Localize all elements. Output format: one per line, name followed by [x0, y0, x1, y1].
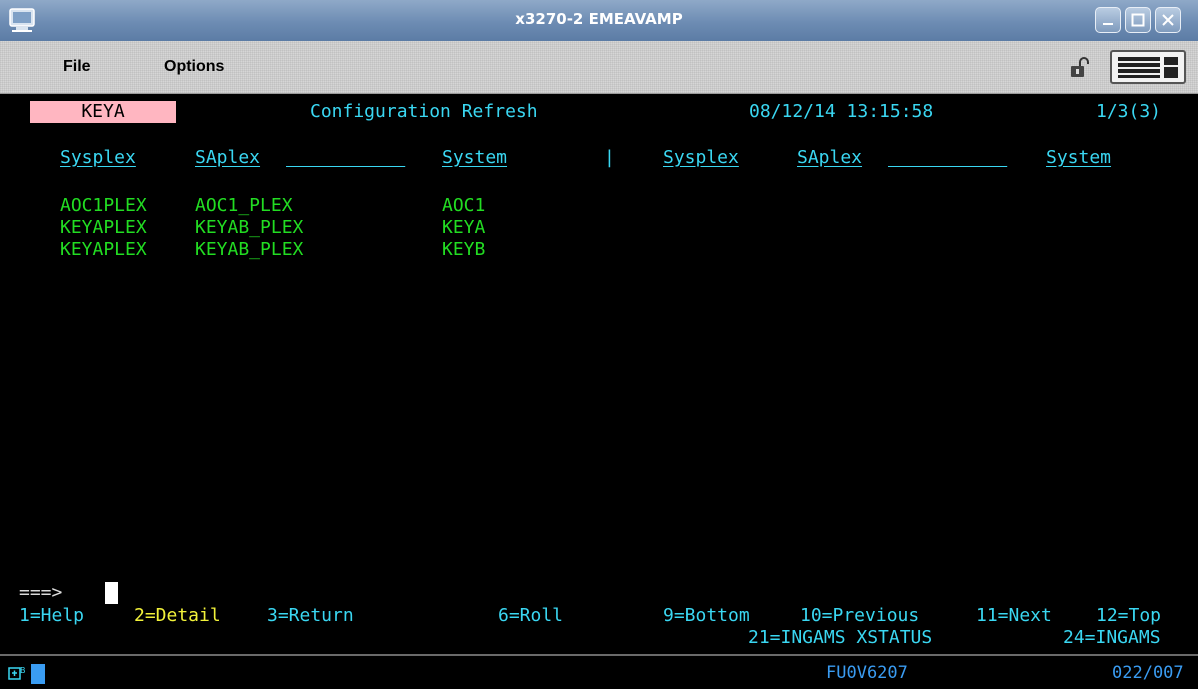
pf1-help[interactable]: 1=Help: [19, 605, 84, 627]
header-sysplex-right: Sysplex: [663, 147, 739, 168]
header-saplex-right: SAplex: [797, 147, 863, 168]
close-button[interactable]: [1155, 7, 1181, 33]
pf11-next[interactable]: 11=Next: [976, 605, 1052, 627]
menu-file[interactable]: File: [63, 58, 91, 76]
header-saplex-left: SAplex: [195, 147, 261, 168]
header-system-left: System: [442, 147, 508, 168]
row-2-saplex[interactable]: KEYAB_PLEX: [195, 217, 303, 239]
connection-status-icon: B: [8, 666, 26, 680]
page-info: 1/3(3): [1096, 101, 1162, 122]
header-saplex-left-underline: [286, 147, 405, 169]
maximize-icon: [1131, 13, 1145, 27]
keyboard-button[interactable]: [1110, 50, 1186, 84]
row-2-system[interactable]: KEYA: [442, 217, 485, 239]
cursor-position: 022/007: [1112, 663, 1184, 683]
column-separator: |: [604, 147, 615, 168]
command-input-cursor[interactable]: [105, 582, 118, 604]
row-3-system[interactable]: KEYB: [442, 239, 485, 261]
terminal-screen[interactable]: KEYA Configuration Refresh 08/12/14 13:1…: [0, 94, 1198, 654]
title-bar[interactable]: x3270-2 EMEAVAMP: [0, 0, 1198, 42]
row-3-saplex[interactable]: KEYAB_PLEX: [195, 239, 303, 261]
menu-options[interactable]: Options: [164, 58, 224, 76]
keyboard-status-block: [31, 664, 45, 684]
svg-text:B: B: [20, 666, 26, 675]
pf3-return[interactable]: 3=Return: [267, 605, 354, 627]
row-1-saplex[interactable]: AOC1_PLEX: [195, 195, 293, 217]
unlocked-padlock-icon[interactable]: [1068, 56, 1092, 80]
x3270-window: x3270-2 EMEAVAMP File Options KEYA Confi…: [0, 0, 1198, 689]
row-3-sysplex[interactable]: KEYAPLEX: [60, 239, 147, 261]
command-prompt: ===>: [19, 582, 63, 603]
datetime-display: 08/12/14 13:15:58: [749, 101, 934, 122]
minimize-button[interactable]: [1095, 7, 1121, 33]
terminal-id: FU0V6207: [826, 663, 908, 683]
system-id-field: KEYA: [30, 101, 176, 123]
minimize-icon: [1103, 23, 1113, 25]
maximize-button[interactable]: [1125, 7, 1151, 33]
window-title: x3270-2 EMEAVAMP: [515, 10, 683, 28]
close-icon: [1162, 14, 1174, 26]
status-bar: B FU0V6207 022/007: [0, 654, 1198, 689]
pf24-ingams[interactable]: 24=INGAMS: [1063, 627, 1161, 649]
keyboard-icon: [1118, 57, 1178, 78]
header-saplex-right-underline: [888, 147, 1007, 169]
menu-bar: File Options: [0, 41, 1198, 94]
header-sysplex-left: Sysplex: [60, 147, 136, 168]
pf21-ingams-xstatus[interactable]: 21=INGAMS XSTATUS: [748, 627, 932, 649]
row-1-sysplex[interactable]: AOC1PLEX: [60, 195, 147, 217]
pf9-bottom[interactable]: 9=Bottom: [663, 605, 750, 627]
pf10-previous[interactable]: 10=Previous: [800, 605, 919, 627]
pf2-detail[interactable]: 2=Detail: [134, 605, 221, 627]
header-system-right: System: [1046, 147, 1112, 168]
pf6-roll[interactable]: 6=Roll: [498, 605, 563, 627]
screen-title: Configuration Refresh: [310, 101, 538, 122]
pf12-top[interactable]: 12=Top: [1096, 605, 1161, 627]
row-1-system[interactable]: AOC1: [442, 195, 485, 217]
row-2-sysplex[interactable]: KEYAPLEX: [60, 217, 147, 239]
